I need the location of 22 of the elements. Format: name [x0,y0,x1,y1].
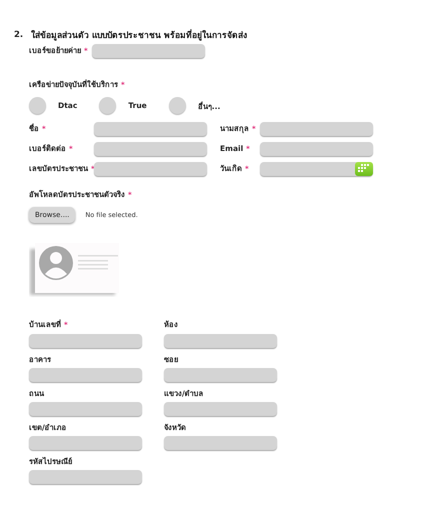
radio-button[interactable] [99,97,116,114]
input-field[interactable] [94,142,207,156]
calendar-icon[interactable] [355,162,373,176]
input-field[interactable] [260,142,373,156]
input-field[interactable] [92,44,205,58]
input-field[interactable] [29,470,142,484]
radio-button[interactable] [29,97,46,114]
input-field[interactable] [164,402,277,416]
input-field[interactable] [164,334,277,348]
input-field[interactable] [29,368,142,382]
date-field[interactable] [260,162,373,176]
input-field[interactable] [29,334,142,348]
input-field[interactable] [29,402,142,416]
input-field[interactable] [260,122,373,136]
input-field[interactable] [94,122,207,136]
input-field[interactable] [164,368,277,382]
input-field[interactable] [94,162,207,176]
input-field[interactable] [164,436,277,450]
section-title: ใส่ข้อมูลส่วนตัว แบบบัตรประชาชน พร้อมที่อยู่ในการจัดส่ง [31,30,248,42]
radio-button[interactable] [168,97,186,114]
input-field[interactable] [29,436,142,450]
section-number: 2. [14,30,24,42]
